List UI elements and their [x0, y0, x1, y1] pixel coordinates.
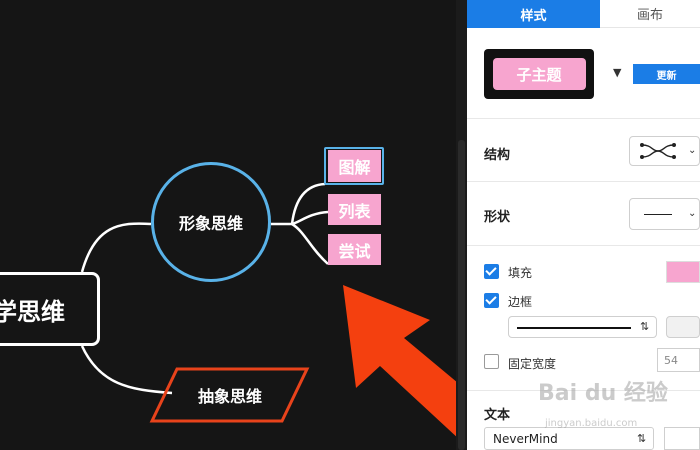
arrow-annotation-icon	[343, 285, 467, 440]
solid-line-icon	[517, 327, 631, 329]
update-button[interactable]: 更新	[633, 64, 700, 84]
leaf-node-1-label: 图解	[338, 158, 371, 177]
divider	[467, 245, 700, 246]
updown-chevron-icon: ⇅	[637, 432, 647, 445]
style-preview[interactable]: 子主题	[484, 49, 594, 99]
preset-dropdown-icon[interactable]: ▼	[613, 66, 621, 79]
fill-label: 填充	[508, 266, 533, 280]
tab-style[interactable]: 样式	[467, 0, 600, 28]
chevron-down-icon: ⌄	[688, 208, 697, 219]
border-checkbox[interactable]	[484, 293, 499, 308]
structure-select[interactable]: ⌄	[629, 136, 700, 166]
leaf-node-3-label: 尝试	[338, 241, 371, 261]
leaf-node-3[interactable]: 尝试	[328, 234, 381, 265]
circle-node-label: 形象思维	[178, 214, 243, 233]
canvas-scrollbar-thumb[interactable]	[458, 140, 465, 450]
font-size-input[interactable]	[664, 427, 700, 450]
font-family-value: NeverMind	[493, 431, 558, 446]
structure-label: 结构	[484, 148, 511, 163]
circle-node[interactable]: 形象思维	[151, 162, 271, 282]
shape-label: 形状	[484, 210, 511, 225]
fill-color-swatch[interactable]	[666, 261, 700, 283]
watermark-logo: Bai du 经验	[538, 381, 668, 406]
parallelogram-node-label: 抽象思维	[197, 387, 262, 406]
chevron-down-icon: ⌄	[688, 145, 697, 156]
fill-checkbox[interactable]	[484, 264, 499, 279]
leaf-node-1[interactable]: 图解	[328, 150, 381, 182]
leaf-node-2-label: 列表	[338, 201, 371, 221]
fixed-width-label: 固定宽度	[508, 357, 557, 371]
leaf-node-2[interactable]: 列表	[328, 194, 381, 225]
divider	[467, 181, 700, 182]
shape-select[interactable]: ⌄	[629, 198, 700, 230]
preview-chip: 子主题	[492, 58, 586, 90]
fixed-width-checkbox[interactable]	[484, 354, 499, 369]
updown-chevron-icon: ⇅	[640, 320, 650, 333]
parallelogram-node[interactable]: 抽象思维	[160, 369, 300, 421]
mindmap-canvas[interactable]: 学思维 形象思维 抽象思维 图解 列表 尝试	[0, 0, 467, 450]
divider	[467, 118, 700, 119]
text-label: 文本	[484, 408, 511, 423]
structure-icon	[640, 143, 676, 159]
panel-tabs: 样式 画布	[467, 0, 700, 28]
watermark-url: jingyan.baidu.com	[545, 418, 638, 429]
fixed-width-input[interactable]: 54	[657, 348, 700, 372]
font-family-select[interactable]: NeverMind ⇅	[484, 427, 654, 450]
root-node[interactable]: 学思维	[0, 272, 100, 346]
line-shape-icon	[644, 214, 672, 215]
tab-canvas[interactable]: 画布	[600, 0, 700, 28]
root-node-label: 学思维	[0, 297, 65, 326]
border-style-select[interactable]: ⇅	[508, 316, 657, 338]
border-color-swatch[interactable]	[666, 316, 700, 338]
border-label: 边框	[508, 295, 533, 309]
